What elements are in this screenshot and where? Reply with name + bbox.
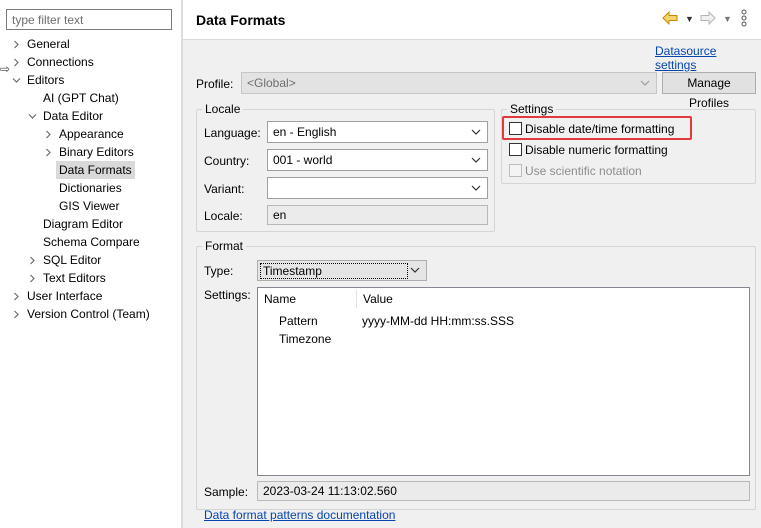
scientific-notation-label: Use scientific notation [525, 164, 642, 178]
chevron-down-icon [471, 122, 481, 142]
datasource-settings-link[interactable]: Datasource settings [655, 44, 761, 72]
profile-label: Profile: [196, 77, 234, 91]
tree-item-label: Dictionaries [59, 181, 122, 195]
sample-label: Sample: [204, 485, 249, 499]
chevron-right-icon[interactable] [26, 251, 38, 269]
type-select[interactable]: Timestamp [257, 260, 427, 281]
chevron-right-icon[interactable] [42, 143, 54, 161]
column-header-value[interactable]: Value [357, 288, 657, 310]
forward-dropdown-icon[interactable]: ▼ [723, 10, 732, 28]
chevron-right-icon[interactable] [10, 305, 22, 323]
chevron-down-icon [471, 150, 481, 170]
disable-datetime-checkbox[interactable] [509, 122, 522, 135]
locale-group-title: Locale [202, 102, 244, 116]
page-title: Data Formats [196, 12, 286, 28]
table-row-name[interactable]: Timezone [279, 330, 331, 348]
chevron-right-icon[interactable] [42, 125, 54, 143]
view-menu-icon[interactable] [741, 9, 747, 27]
variant-label: Variant: [204, 182, 245, 196]
locale-label: Locale: [204, 209, 243, 223]
chevron-down-icon [410, 261, 420, 281]
tree-item-label: Appearance [59, 127, 124, 141]
chevron-down-icon[interactable] [26, 107, 38, 125]
back-dropdown-icon[interactable]: ▼ [685, 10, 694, 28]
language-select[interactable]: en - English [267, 121, 488, 143]
tree-item-label: Text Editors [43, 271, 106, 285]
tree-item-label: User Interface [27, 289, 103, 303]
disable-numeric-checkbox[interactable] [509, 143, 522, 156]
disable-numeric-label[interactable]: Disable numeric formatting [525, 143, 668, 157]
chevron-right-icon[interactable] [26, 269, 38, 287]
settings-group-title: Settings [507, 102, 557, 116]
tree-item-label: AI (GPT Chat) [43, 91, 119, 105]
profile-value: <Global> [247, 76, 296, 90]
settings-label: Settings: [204, 288, 251, 302]
type-value: Timestamp [260, 263, 408, 279]
chevron-right-icon[interactable] [10, 35, 22, 53]
tree-item-label: Editors [27, 73, 65, 87]
sash-drag-icon[interactable]: ⇨ [0, 62, 10, 76]
table-row-value[interactable]: yyyy-MM-dd HH:mm:ss.SSS [362, 312, 514, 330]
column-header-name[interactable]: Name [258, 288, 356, 310]
tree-item-label: GIS Viewer [59, 199, 120, 213]
language-label: Language: [204, 126, 261, 140]
preferences-tree-panel: General Connections Editors AI (GPT Chat) Da… [0, 0, 181, 528]
type-label: Type: [204, 264, 234, 278]
chevron-down-icon[interactable] [10, 71, 22, 89]
tree-item-label: Data Formats [56, 161, 135, 179]
back-arrow-icon[interactable] [662, 10, 678, 29]
chevron-right-icon[interactable] [10, 287, 22, 305]
chevron-down-icon [640, 73, 650, 93]
tree-item-label: Data Editor [43, 109, 104, 123]
format-settings-table: Name Value Pattern yyyy-MM-dd HH:mm:ss.S… [257, 287, 750, 476]
table-row-name[interactable]: Pattern [279, 312, 318, 330]
language-value: en - English [273, 125, 337, 139]
tree-item-label: General [27, 37, 70, 51]
tree-item-label: Version Control (Team) [27, 307, 150, 321]
page-header: Data Formats ▼ ▼ [183, 0, 761, 40]
profile-select[interactable]: <Global> [241, 72, 657, 94]
filter-input[interactable] [6, 9, 172, 30]
country-value: 001 - world [273, 153, 333, 167]
format-patterns-doc-link[interactable]: Data format patterns documentation [204, 508, 395, 522]
tree-item-label: Binary Editors [59, 145, 134, 159]
tree-item-label: SQL Editor [43, 253, 102, 267]
sample-field[interactable]: 2023-03-24 11:13:02.560 [257, 481, 750, 501]
locale-field[interactable]: en [267, 205, 488, 225]
format-group-title: Format [202, 239, 247, 253]
tree-item-label: Connections [27, 55, 94, 69]
disable-datetime-label[interactable]: Disable date/time formatting [525, 122, 674, 136]
scientific-notation-checkbox[interactable] [509, 164, 522, 177]
chevron-down-icon [471, 178, 481, 198]
country-label: Country: [204, 154, 250, 168]
tree-item-label: Schema Compare [43, 235, 140, 249]
manage-profiles-button[interactable]: Manage Profiles [662, 72, 756, 110]
country-select[interactable]: 001 - world [267, 149, 488, 171]
tree-item-label: Diagram Editor [43, 217, 124, 231]
variant-select[interactable] [267, 177, 488, 199]
forward-arrow-icon[interactable] [700, 10, 716, 29]
chevron-right-icon[interactable] [10, 53, 22, 71]
